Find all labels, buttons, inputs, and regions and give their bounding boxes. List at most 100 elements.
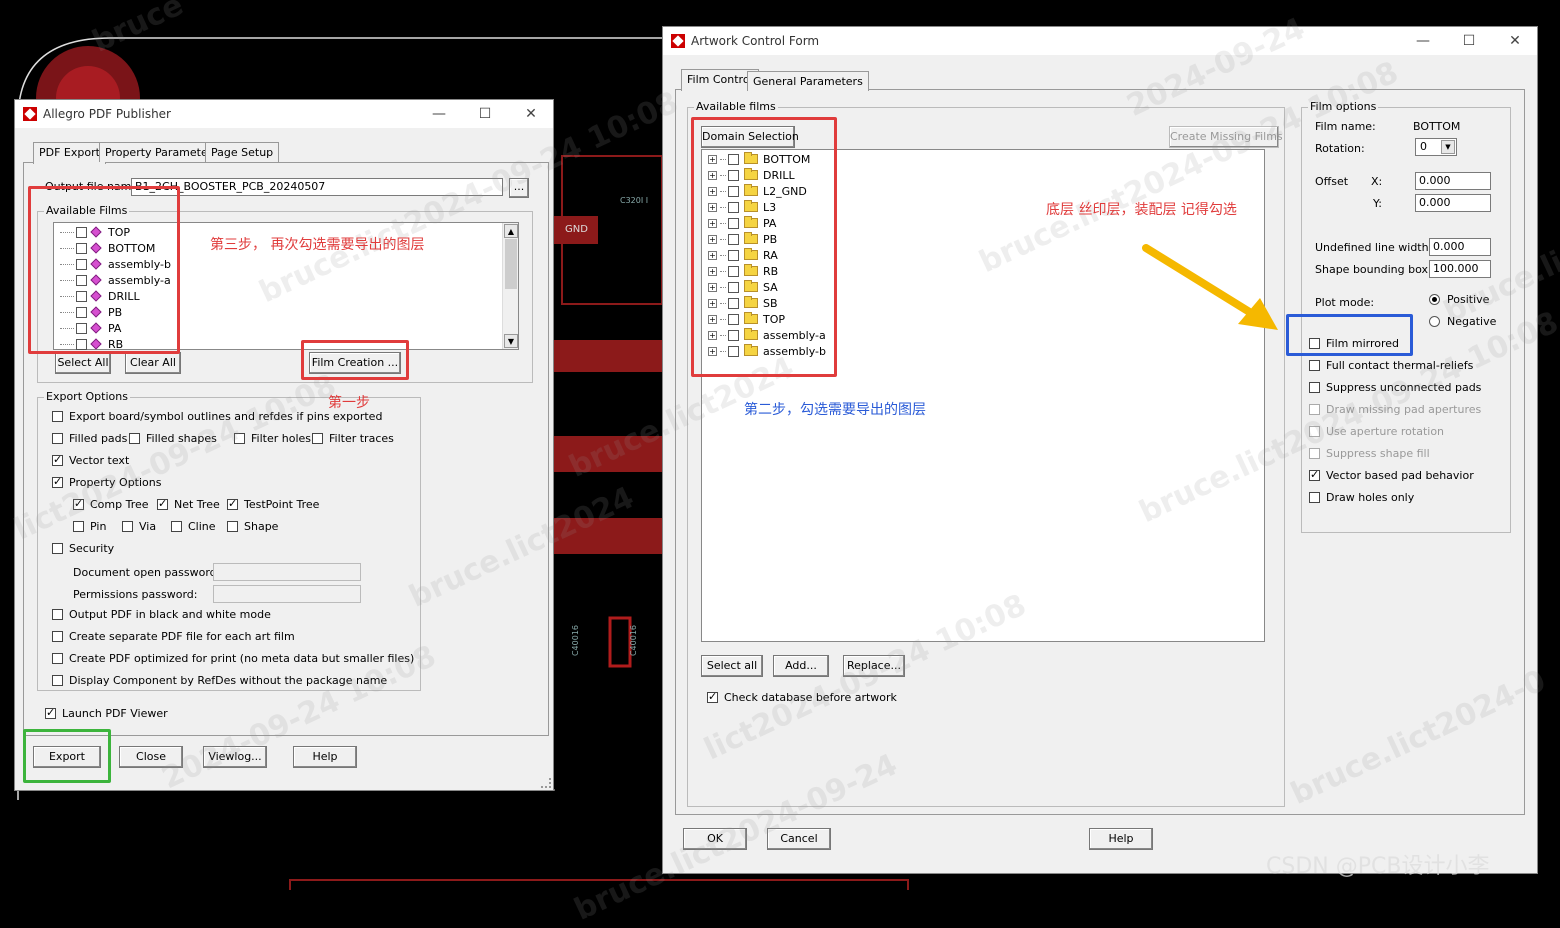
perm-password-label: Permissions password: (73, 588, 198, 601)
resize-grip-icon[interactable] (541, 778, 551, 788)
rotation-select[interactable]: 0 ▼ (1415, 138, 1457, 156)
checkbox-box[interactable] (171, 521, 182, 532)
checkbox-box[interactable] (52, 411, 63, 422)
checkbox-box[interactable] (129, 433, 140, 444)
launch-viewer-checkbox[interactable]: Launch PDF Viewer (45, 706, 168, 720)
filter-traces-checkbox[interactable]: Filter traces (312, 432, 394, 445)
use-aperture-checkbox[interactable]: Use aperture rotation (1309, 425, 1444, 438)
checkbox-box[interactable] (234, 433, 245, 444)
net-tree-checkbox[interactable]: Net Tree (157, 497, 220, 511)
draw-holes-checkbox[interactable]: Draw holes only (1309, 491, 1414, 504)
checkbox-box[interactable] (312, 433, 323, 444)
close-window-button[interactable]: ✕ (511, 100, 551, 128)
checkbox-box[interactable] (52, 453, 63, 466)
scroll-up-icon[interactable]: ▲ (504, 224, 518, 238)
suppress-fill-checkbox[interactable]: Suppress shape fill (1309, 447, 1430, 460)
add-button[interactable]: Add... (773, 655, 829, 677)
refdes-checkbox[interactable]: Display Component by RefDes without the … (52, 674, 387, 687)
maximize-button[interactable]: ☐ (465, 100, 505, 128)
scroll-down-icon[interactable]: ▼ (504, 334, 518, 348)
minimize-button[interactable]: — (419, 100, 459, 128)
security-checkbox[interactable]: Security (52, 542, 114, 555)
checkbox-box[interactable] (707, 690, 718, 703)
filled-pads-checkbox[interactable]: Filled pads (52, 432, 127, 445)
property-options-checkbox[interactable]: Property Options (52, 475, 162, 489)
checkbox-box[interactable] (1309, 492, 1320, 503)
replace-button[interactable]: Replace... (843, 655, 905, 677)
filter-holes-checkbox[interactable]: Filter holes (234, 432, 311, 445)
checkbox-box[interactable] (52, 609, 63, 620)
checkbox-box[interactable] (52, 433, 63, 444)
via-checkbox[interactable]: Via (122, 520, 156, 533)
positive-radio[interactable]: Positive (1429, 293, 1489, 306)
checkbox-box[interactable] (73, 521, 84, 532)
maximize-button[interactable]: ☐ (1449, 27, 1489, 55)
rotation-value: 0 (1420, 140, 1427, 153)
optimized-pdf-checkbox[interactable]: Create PDF optimized for print (no meta … (52, 652, 414, 665)
scroll-thumb[interactable] (505, 239, 517, 289)
filled-shapes-checkbox[interactable]: Filled shapes (129, 432, 217, 445)
browse-button[interactable]: ... (509, 178, 529, 198)
checkbox-box[interactable] (1309, 360, 1320, 371)
checkbox-box[interactable] (122, 521, 133, 532)
output-file-input[interactable]: B1_2CH_BOOSTER_PCB_20240507 (131, 178, 503, 196)
testpoint-tree-checkbox[interactable]: TestPoint Tree (227, 497, 319, 511)
create-missing-films-button[interactable]: Create Missing Films (1169, 126, 1283, 148)
checkbox-box[interactable] (157, 497, 168, 510)
checkbox-box[interactable] (227, 497, 238, 510)
bw-mode-checkbox[interactable]: Output PDF in black and white mode (52, 608, 271, 621)
perm-password-input[interactable] (213, 585, 361, 603)
checkbox-box[interactable] (227, 521, 238, 532)
art-window-title: Artwork Control Form (691, 34, 820, 48)
shape-checkbox[interactable]: Shape (227, 520, 278, 533)
chevron-down-icon[interactable]: ▼ (1441, 140, 1455, 154)
help-button[interactable]: Help (293, 746, 357, 768)
checkbox-box[interactable] (1309, 468, 1320, 481)
checkbox-box[interactable] (1309, 426, 1320, 437)
checkbox-box[interactable] (52, 543, 63, 554)
checkbox-box[interactable] (1309, 382, 1320, 393)
shape-bbox-input[interactable]: 100.000 (1429, 260, 1491, 278)
close-button[interactable]: Close (119, 746, 183, 768)
checkbox-box[interactable] (52, 475, 63, 488)
viewlog-button[interactable]: Viewlog... (203, 746, 267, 768)
check-database-checkbox[interactable]: Check database before artwork (707, 690, 897, 704)
negative-radio[interactable]: Negative (1429, 315, 1496, 328)
help-button[interactable]: Help (1089, 828, 1153, 850)
vector-pad-label: Vector based pad behavior (1326, 469, 1474, 482)
checkbox-box[interactable] (52, 631, 63, 642)
ok-button[interactable]: OK (683, 828, 747, 850)
cancel-button[interactable]: Cancel (767, 828, 831, 850)
select-all-button[interactable]: Select All (55, 352, 111, 374)
pin-checkbox[interactable]: Pin (73, 520, 106, 533)
comp-tree-checkbox[interactable]: Comp Tree (73, 497, 149, 511)
vector-text-checkbox[interactable]: Vector text (52, 453, 129, 467)
doc-password-input[interactable] (213, 563, 361, 581)
tab-page-setup[interactable]: Page Setup (205, 142, 280, 162)
tab-pdf-export[interactable]: PDF Export (33, 142, 106, 164)
tab-general-parameters[interactable]: General Parameters (747, 71, 869, 91)
undefined-width-input[interactable]: 0.000 (1429, 238, 1491, 256)
offset-label: Offset (1315, 175, 1349, 188)
select-all-button[interactable]: Select all (701, 655, 763, 677)
offset-y-input[interactable]: 0.000 (1415, 194, 1491, 212)
checkbox-box[interactable] (45, 706, 56, 719)
checkbox-box[interactable] (1309, 448, 1320, 459)
clear-all-button[interactable]: Clear All (125, 352, 181, 374)
close-window-button[interactable]: ✕ (1495, 27, 1535, 55)
suppress-unconnected-checkbox[interactable]: Suppress unconnected pads (1309, 381, 1481, 394)
full-contact-checkbox[interactable]: Full contact thermal-reliefs (1309, 359, 1473, 372)
radio-dot[interactable] (1429, 316, 1440, 327)
radio-dot[interactable] (1429, 294, 1440, 305)
vector-pad-checkbox[interactable]: Vector based pad behavior (1309, 468, 1474, 482)
films-scrollbar[interactable]: ▲ ▼ (502, 223, 518, 349)
separate-pdf-checkbox[interactable]: Create separate PDF file for each art fi… (52, 630, 295, 643)
checkbox-box[interactable] (52, 653, 63, 664)
offset-x-input[interactable]: 0.000 (1415, 172, 1491, 190)
draw-missing-checkbox[interactable]: Draw missing pad apertures (1309, 403, 1481, 416)
checkbox-box[interactable] (73, 497, 84, 510)
checkbox-box[interactable] (52, 675, 63, 686)
checkbox-box[interactable] (1309, 404, 1320, 415)
cline-checkbox[interactable]: Cline (171, 520, 216, 533)
minimize-button[interactable]: — (1403, 27, 1443, 55)
